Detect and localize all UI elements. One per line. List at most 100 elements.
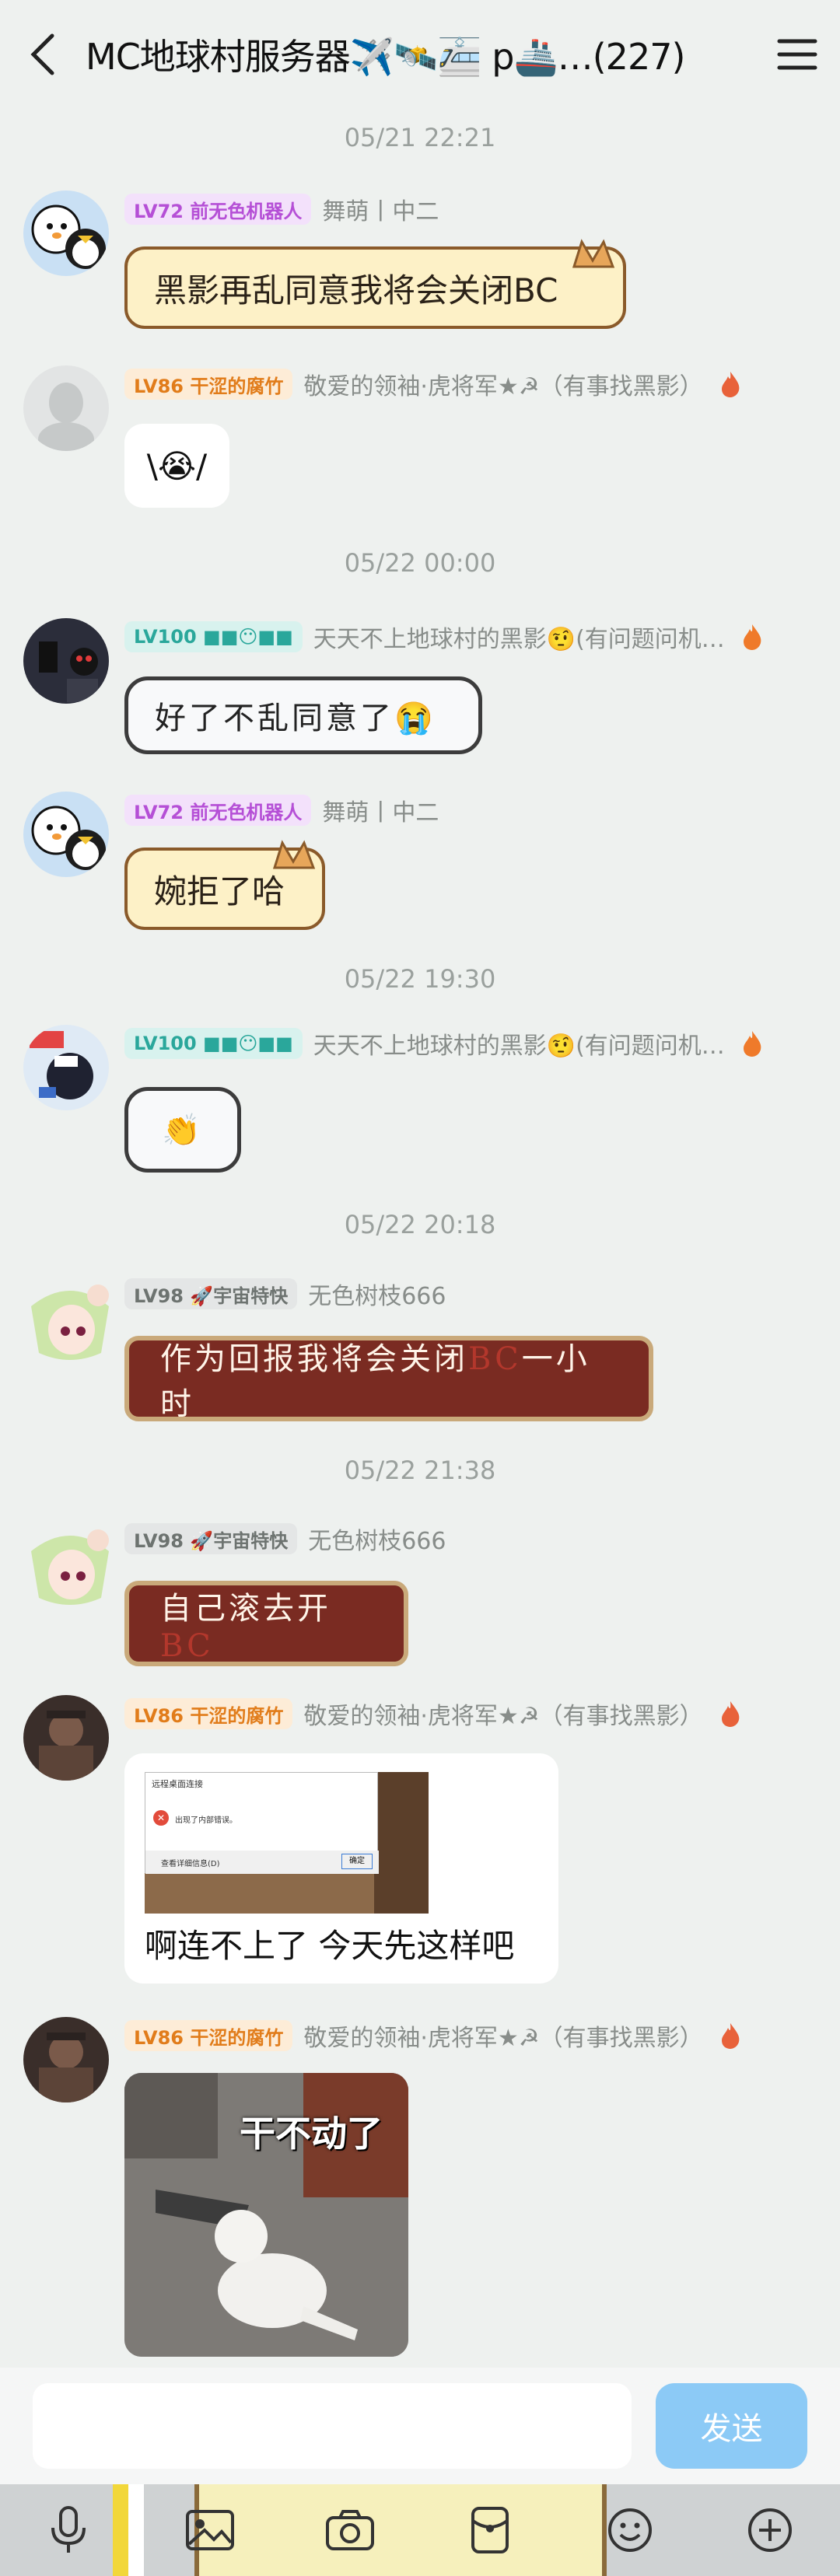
menu-button[interactable] (754, 0, 840, 109)
sender-meta: LV72 前无色机器人 舞萌丨中二 (124, 192, 439, 226)
level-badge: LV72 前无色机器人 (124, 795, 312, 826)
message-bubble[interactable]: \😭/ (124, 424, 229, 508)
image-button[interactable] (171, 2484, 249, 2576)
message-text: \😭/ (146, 446, 208, 485)
chat-title[interactable]: MC地球村服务器✈️🛰️🚈 p🚢…(227) (86, 29, 754, 80)
message-input[interactable] (33, 2383, 632, 2469)
bottom-toolbar (0, 2484, 840, 2576)
message-item: LV98 🚀宇宙特快 无色树枝666 作为回报我将会关闭BC一小时 (0, 1275, 840, 1431)
level-badge: LV98 🚀宇宙特快 (124, 1523, 298, 1554)
sender-name[interactable]: 天天不上地球村的黑影🤨(有问题问机… (313, 620, 725, 654)
message-text: 婉拒了哈 (154, 872, 285, 911)
sender-meta: LV86 干涩的腐竹 敬爱的领袖·虎将军★☭（有事找黑影） (124, 1697, 742, 1731)
message-item: LV100 ■■😶■■ 天天不上地球村的黑影🤨(有问题问机… 👏 (0, 1025, 840, 1196)
flame-icon (721, 2023, 740, 2049)
sender-name[interactable]: 舞萌丨中二 (322, 192, 439, 226)
sender-meta: LV86 干涩的腐竹 敬爱的领袖·虎将军★☭（有事找黑影） (124, 367, 742, 401)
flame-icon (743, 1031, 761, 1057)
cat-ears-icon (572, 239, 615, 268)
sender-name[interactable]: 敬爱的领袖·虎将军★☭（有事找黑影） (303, 2019, 702, 2053)
level-badge: LV86 干涩的腐竹 (124, 369, 293, 400)
message-item: LV98 🚀宇宙特快 无色树枝666 自己滚去开BC (0, 1520, 840, 1676)
more-button[interactable] (731, 2484, 809, 2576)
avatar[interactable] (23, 618, 109, 704)
message-item: LV86 干涩的腐竹 敬爱的领袖·虎将军★☭（有事找黑影） 干不动了 (0, 2017, 840, 2359)
timestamp: 05/22 19:30 (344, 964, 496, 994)
meme-image[interactable]: 干不动了 (124, 2073, 408, 2357)
timestamp: 05/22 21:38 (344, 1456, 496, 1485)
send-button[interactable]: 发送 (656, 2383, 807, 2469)
avatar[interactable] (23, 190, 109, 276)
level-badge: LV86 干涩的腐竹 (124, 2020, 293, 2051)
timestamp: 05/22 20:18 (344, 1210, 496, 1239)
avatar[interactable] (23, 1275, 109, 1361)
timestamp: 05/21 22:21 (344, 123, 496, 152)
flame-icon (721, 1701, 740, 1727)
message-bubble[interactable]: 自己滚去开BC (124, 1581, 408, 1666)
flame-icon (743, 624, 761, 650)
sender-name[interactable]: 无色树枝666 (308, 1277, 446, 1311)
image-icon (186, 2510, 234, 2550)
flame-icon (721, 372, 740, 397)
back-button[interactable] (0, 0, 86, 109)
red-packet-icon (471, 2507, 509, 2553)
message-text: 啊连不上了 今天先这样吧 (145, 1927, 515, 1965)
avatar[interactable] (23, 2017, 109, 2102)
message-bubble[interactable]: 👏 (124, 1087, 241, 1173)
sender-name[interactable]: 舞萌丨中二 (322, 793, 439, 827)
sender-name[interactable]: 敬爱的领袖·虎将军★☭（有事找黑影） (303, 367, 702, 401)
message-bubble[interactable]: 黑影再乱同意我将会关闭BC (124, 246, 626, 329)
sender-meta: LV98 🚀宇宙特快 无色树枝666 (124, 1522, 446, 1556)
ok-button: 确定 (341, 1854, 373, 1869)
message-text: 作为回报我将会关闭BC一小时 (160, 1341, 590, 1422)
message-text: 好了不乱同意了😭 (155, 701, 436, 736)
sender-name[interactable]: 无色树枝666 (308, 1522, 446, 1556)
red-packet-button[interactable] (451, 2484, 529, 2576)
microphone-icon (51, 2506, 86, 2553)
avatar[interactable] (23, 1695, 109, 1781)
error-dialog: 远程桌面连接 ✕ 出现了内部错误。 查看详细信息(D) 确定 (145, 1772, 379, 1874)
chat-header: MC地球村服务器✈️🛰️🚈 p🚢…(227) (0, 0, 840, 109)
hamburger-icon (777, 39, 817, 70)
sender-meta: LV100 ■■😶■■ 天天不上地球村的黑影🤨(有问题问机… (124, 620, 764, 654)
sender-name[interactable]: 敬爱的领袖·虎将军★☭（有事找黑影） (303, 1697, 702, 1731)
message-item: LV72 前无色机器人 舞萌丨中二 黑影再乱同意我将会关闭BC (0, 190, 840, 346)
sender-meta: LV72 前无色机器人 舞萌丨中二 (124, 793, 439, 827)
avatar[interactable] (23, 792, 109, 877)
message-text: 黑影再乱同意我将会关闭BC (154, 271, 558, 309)
error-icon: ✕ (153, 1810, 169, 1826)
composer: 发送 (0, 2368, 840, 2484)
cat-ears-icon (272, 840, 316, 869)
chevron-left-icon (30, 33, 54, 75)
sender-meta: LV100 ■■😶■■ 天天不上地球村的黑影🤨(有问题问机… (124, 1026, 764, 1061)
message-item: LV86 干涩的腐竹 敬爱的领袖·虎将军★☭（有事找黑影） 远程桌面连接 ✕ 出… (0, 1695, 840, 1991)
screenshot-image[interactable]: 远程桌面连接 ✕ 出现了内部错误。 查看详细信息(D) 确定 (145, 1772, 429, 1914)
message-text: 自己滚去开BC (160, 1591, 331, 1664)
level-badge: LV98 🚀宇宙特快 (124, 1278, 298, 1309)
timestamp: 05/22 00:00 (344, 548, 496, 578)
message-item: LV72 前无色机器人 舞萌丨中二 婉拒了哈 (0, 792, 840, 947)
level-badge: LV100 ■■😶■■ (124, 621, 303, 652)
message-text: 👏 (162, 1112, 204, 1148)
plus-circle-icon (748, 2508, 792, 2552)
level-badge: LV86 干涩的腐竹 (124, 1698, 293, 1729)
sender-name[interactable]: 天天不上地球村的黑影🤨(有问题问机… (313, 1026, 725, 1061)
message-bubble[interactable]: 作为回报我将会关闭BC一小时 (124, 1336, 653, 1422)
message-item: LV100 ■■😶■■ 天天不上地球村的黑影🤨(有问题问机… 好了不乱同意了😭 (0, 618, 840, 774)
message-bubble[interactable]: 好了不乱同意了😭 (124, 676, 482, 754)
level-badge: LV72 前无色机器人 (124, 194, 312, 225)
meme-caption: 干不动了 (240, 2113, 383, 2155)
camera-icon (326, 2510, 374, 2550)
emoji-button[interactable] (591, 2484, 669, 2576)
level-badge: LV100 ■■😶■■ (124, 1028, 303, 1059)
sender-meta: LV86 干涩的腐竹 敬爱的领袖·虎将军★☭（有事找黑影） (124, 2019, 742, 2053)
emoji-icon (608, 2508, 652, 2552)
voice-button[interactable] (30, 2484, 107, 2576)
avatar[interactable] (23, 1025, 109, 1110)
message-item: LV86 干涩的腐竹 敬爱的领袖·虎将军★☭（有事找黑影） \😭/ (0, 365, 840, 513)
message-bubble[interactable]: 远程桌面连接 ✕ 出现了内部错误。 查看详细信息(D) 确定 啊连不上了 今天先… (124, 1753, 558, 1984)
avatar[interactable] (23, 1520, 109, 1606)
avatar[interactable] (23, 365, 109, 451)
camera-button[interactable] (311, 2484, 389, 2576)
sender-meta: LV98 🚀宇宙特快 无色树枝666 (124, 1277, 446, 1311)
